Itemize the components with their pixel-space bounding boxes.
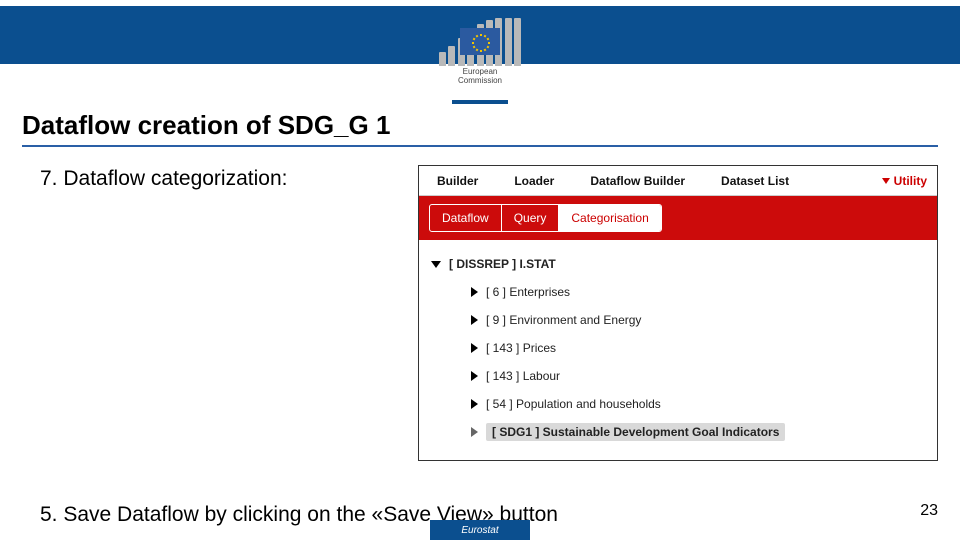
nav-utility[interactable]: Utility: [882, 174, 937, 188]
caret-right-icon: [471, 315, 478, 325]
tab-categorisation[interactable]: Categorisation: [559, 205, 660, 231]
ec-logo: European Commission: [420, 18, 540, 86]
eu-flag-icon: [460, 28, 500, 55]
sub-tab-group: Dataflow Query Categorisation: [429, 204, 662, 232]
title-divider: [22, 145, 938, 147]
footer-eurostat: Eurostat: [430, 520, 530, 540]
nav-utility-label: Utility: [894, 174, 927, 188]
caret-right-icon: [471, 287, 478, 297]
tree-root[interactable]: [ DISSREP ] I.STAT: [431, 250, 925, 278]
slide-title: Dataflow creation of SDG_G 1: [22, 110, 938, 141]
content-row: 7. Dataflow categorization: Builder Load…: [22, 165, 938, 461]
tree-item-label: [ 143 ] Labour: [486, 369, 560, 383]
tree-item-label: [ 54 ] Population and households: [486, 397, 661, 411]
step-7-text: 7. Dataflow categorization:: [22, 165, 287, 191]
tree-root-label: [ DISSREP ] I.STAT: [449, 257, 556, 271]
chevron-down-icon: [882, 178, 890, 184]
tree-item-label: [ 143 ] Prices: [486, 341, 556, 355]
tree-item-selected[interactable]: [ SDG1 ] Sustainable Development Goal In…: [431, 418, 925, 446]
tree-item[interactable]: [ 6 ] Enterprises: [431, 278, 925, 306]
slide-header: European Commission: [0, 0, 960, 86]
tree-item[interactable]: [ 143 ] Labour: [431, 362, 925, 390]
ec-org-line2: Commission: [458, 76, 502, 85]
caret-down-icon: [431, 261, 441, 268]
caret-right-icon: [471, 399, 478, 409]
tree-item[interactable]: [ 9 ] Environment and Energy: [431, 306, 925, 334]
category-tree: [ DISSREP ] I.STAT [ 6 ] Enterprises [ 9…: [419, 240, 937, 460]
tab-dataflow[interactable]: Dataflow: [430, 205, 502, 231]
tree-item[interactable]: [ 54 ] Population and households: [431, 390, 925, 418]
nav-builder[interactable]: Builder: [419, 166, 496, 196]
tree-item-label: [ 9 ] Environment and Energy: [486, 313, 641, 327]
caret-right-icon: [471, 427, 478, 437]
page-number: 23: [920, 502, 938, 520]
nav-dataset-list[interactable]: Dataset List: [703, 166, 807, 196]
bar: [514, 18, 521, 66]
tree-item-label: [ 6 ] Enterprises: [486, 285, 570, 299]
nav-loader[interactable]: Loader: [496, 166, 572, 196]
caret-right-icon: [471, 343, 478, 353]
caret-right-icon: [471, 371, 478, 381]
eu-stars: [470, 32, 490, 52]
bar: [439, 52, 446, 66]
top-nav: Builder Loader Dataflow Builder Dataset …: [419, 166, 937, 196]
app-screenshot: Builder Loader Dataflow Builder Dataset …: [418, 165, 938, 461]
ec-flag-area: [439, 18, 521, 66]
bar: [505, 18, 512, 66]
tree-item[interactable]: [ 143 ] Prices: [431, 334, 925, 362]
tree-item-selected-label: [ SDG1 ] Sustainable Development Goal In…: [486, 423, 785, 441]
ec-org-line1: European: [463, 67, 498, 76]
ec-org-label: European Commission: [458, 68, 502, 86]
tab-query[interactable]: Query: [502, 205, 560, 231]
sub-tab-bar: Dataflow Query Categorisation: [419, 196, 937, 240]
bar: [448, 46, 455, 66]
slide-body: Dataflow creation of SDG_G 1 7. Dataflow…: [0, 86, 960, 540]
nav-dataflow-builder[interactable]: Dataflow Builder: [572, 166, 703, 196]
